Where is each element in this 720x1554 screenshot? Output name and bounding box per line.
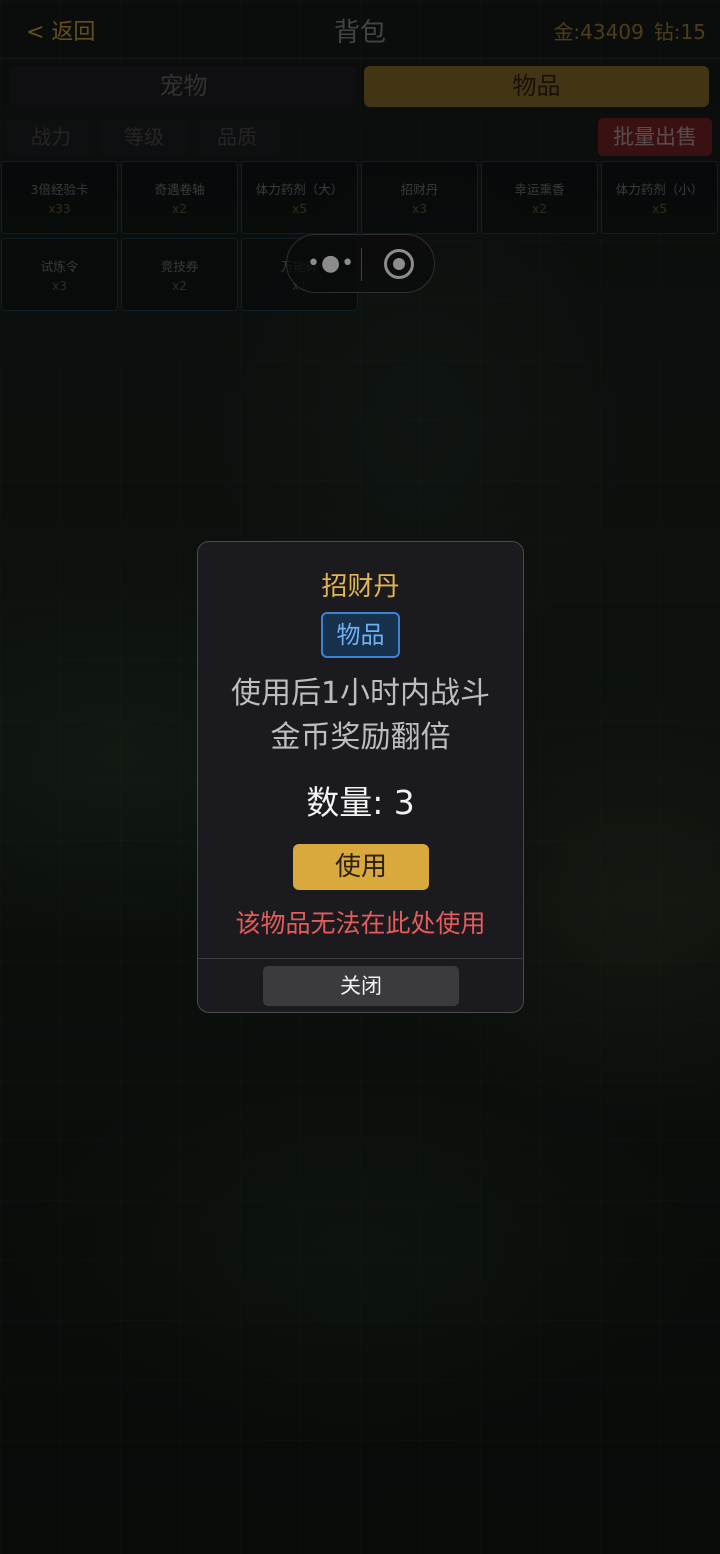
use-button[interactable]: 使用 — [293, 844, 429, 890]
warning-message: 该物品无法在此处使用 — [235, 909, 486, 938]
item-description: 使用后1小时内战斗 金币奖励翻倍 — [198, 672, 523, 760]
description-line-1: 使用后1小时内战斗 — [230, 676, 491, 711]
close-button[interactable]: 关闭 — [263, 966, 459, 1006]
modal-title: 招财丹 — [321, 572, 400, 602]
modal-divider — [198, 958, 523, 959]
item-quantity: 数量: 3 — [306, 783, 415, 822]
item-detail-modal: 招财丹 物品 使用后1小时内战斗 金币奖励翻倍 数量: 3 使用 该物品无法在此… — [197, 541, 524, 1013]
description-line-2: 金币奖励翻倍 — [270, 720, 451, 755]
item-type-badge: 物品 — [321, 612, 400, 658]
